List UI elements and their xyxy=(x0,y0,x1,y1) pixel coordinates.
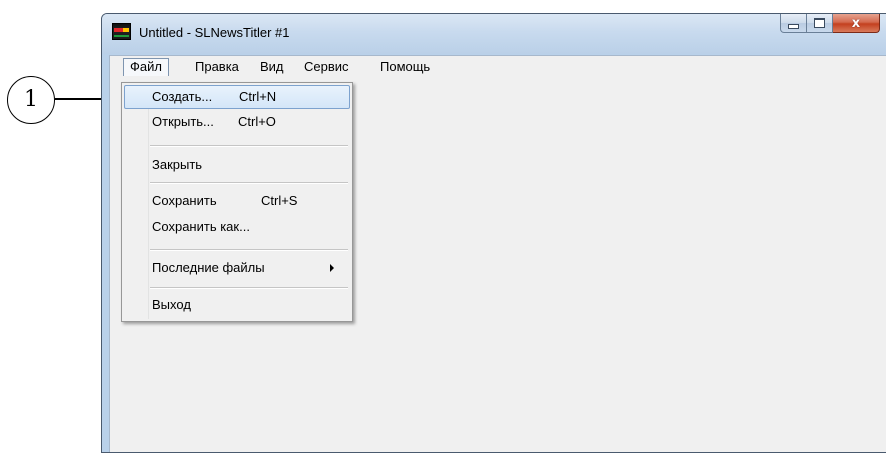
menu-item-label: Сохранить xyxy=(152,193,217,208)
menu-separator xyxy=(150,145,348,147)
menu-item-shortcut: Ctrl+S xyxy=(261,193,298,208)
window-title: Untitled - SLNewsTitler #1 xyxy=(139,25,290,40)
callout-number: 1 xyxy=(24,87,38,112)
menu-file[interactable]: Файл xyxy=(123,58,169,76)
menu-item-new[interactable]: Создать... Ctrl+N xyxy=(124,85,350,109)
menu-item-shortcut: Ctrl+N xyxy=(239,89,277,104)
window-controls: x xyxy=(780,14,880,35)
minimize-button[interactable] xyxy=(780,14,807,33)
app-news-icon[interactable] xyxy=(112,23,131,40)
submenu-arrow-icon xyxy=(330,264,334,272)
menu-bar: Файл Правка Вид Сервис Помощь xyxy=(110,56,886,77)
menu-edit[interactable]: Правка xyxy=(189,58,245,76)
menu-item-shortcut: Ctrl+O xyxy=(238,114,276,129)
close-button[interactable]: x xyxy=(833,14,880,33)
menu-item-label: Создать... xyxy=(152,89,213,104)
menu-item-open[interactable]: Открыть... Ctrl+O xyxy=(124,110,350,134)
menu-view[interactable]: Вид xyxy=(254,58,290,76)
maximize-button[interactable] xyxy=(807,14,833,33)
callout-circle: 1 xyxy=(7,76,55,124)
menu-help[interactable]: Помощь xyxy=(374,58,436,76)
minimize-icon xyxy=(788,23,799,29)
menu-item-label: Выход xyxy=(152,297,191,312)
menu-item-label: Сохранить как... xyxy=(152,219,250,234)
menu-item-save[interactable]: Сохранить Ctrl+S xyxy=(124,189,350,213)
menu-separator xyxy=(150,249,348,251)
menu-item-recent-files[interactable]: Последние файлы xyxy=(124,256,350,280)
menu-item-close[interactable]: Закрыть xyxy=(124,153,350,177)
menu-separator xyxy=(150,287,348,289)
menu-service[interactable]: Сервис xyxy=(298,58,355,76)
close-icon: x xyxy=(851,15,861,31)
menu-item-label: Открыть... xyxy=(152,114,214,129)
menu-item-exit[interactable]: Выход xyxy=(124,293,350,317)
maximize-icon xyxy=(814,18,825,28)
file-dropdown-menu: Создать... Ctrl+N Открыть... Ctrl+O Закр… xyxy=(121,82,353,322)
menu-item-save-as[interactable]: Сохранить как... xyxy=(124,215,350,239)
menu-item-label: Закрыть xyxy=(152,157,203,172)
menu-item-label: Последние файлы xyxy=(152,260,265,275)
title-bar[interactable]: Untitled - SLNewsTitler #1 x xyxy=(102,14,886,54)
menu-separator xyxy=(150,182,348,184)
